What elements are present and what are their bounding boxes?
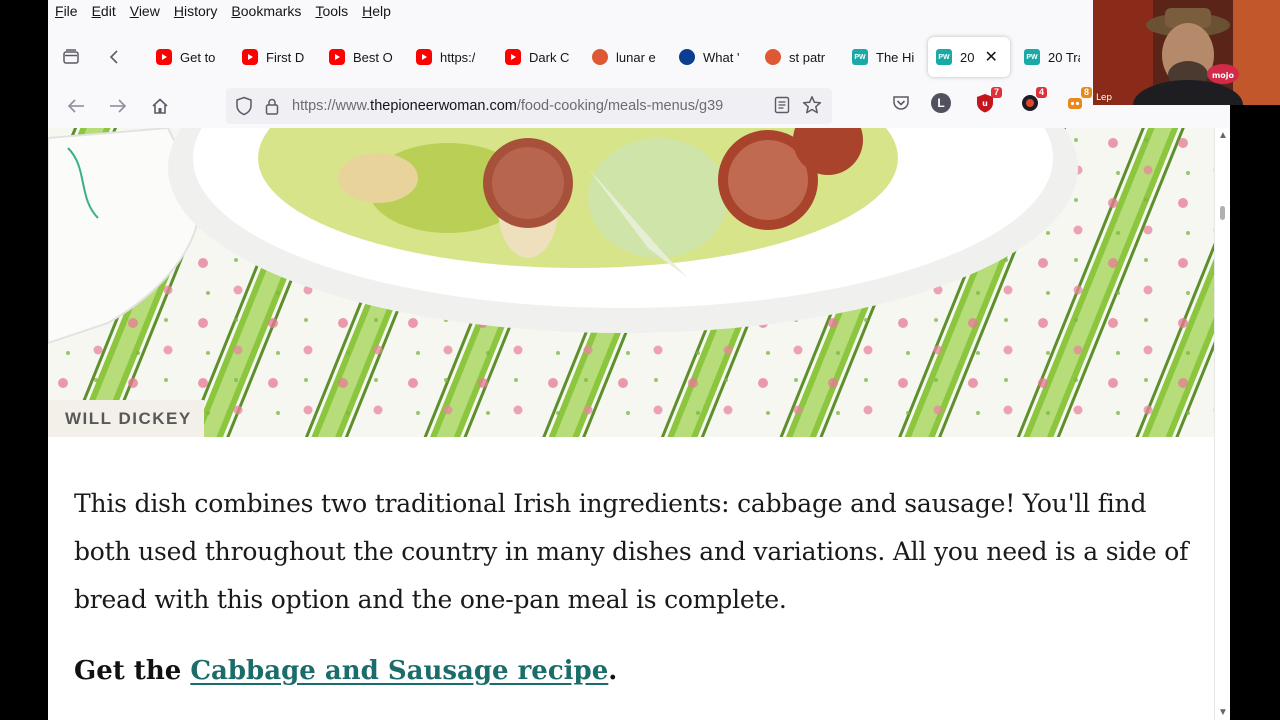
tab-title: Dark C — [529, 49, 570, 65]
webcam-overlay: mojo Lep — [1093, 0, 1280, 105]
extension-orange-badge: 8 — [1080, 87, 1092, 98]
recipe-link[interactable]: Cabbage and Sausage recipe — [190, 656, 608, 686]
tab[interactable]: PW 20 Tra — [1016, 37, 1088, 77]
pioneer-woman-icon: PW — [936, 49, 952, 65]
tab-title: Best O — [353, 49, 393, 65]
tab-title: https:/ — [440, 49, 476, 65]
menu-bookmarks[interactable]: Bookmarks — [231, 3, 301, 19]
scroll-tabs-left-button[interactable] — [100, 42, 130, 72]
chevron-left-icon — [109, 50, 118, 64]
tab[interactable]: https:/ — [408, 37, 497, 77]
tab-title: 20 — [960, 49, 975, 65]
menu-file[interactable]: File — [55, 3, 78, 19]
nasa-icon — [679, 49, 695, 65]
page-content: WILL DICKEY This dish combines two tradi… — [48, 128, 1214, 720]
tab-title: 20 Tra — [1048, 49, 1080, 65]
tab-title: st patr — [789, 49, 826, 65]
youtube-icon — [329, 49, 345, 65]
tab[interactable]: First D — [234, 37, 321, 77]
url-text[interactable]: https://www.thepioneerwoman.com/food-coo… — [292, 98, 762, 114]
cabbage-sausage-photo — [48, 128, 1214, 437]
address-bar[interactable]: https://www.thepioneerwoman.com/food-coo… — [226, 88, 832, 124]
article-paragraph: This dish combines two traditional Irish… — [74, 489, 1189, 614]
ublock-badge: 7 — [990, 87, 1002, 98]
vertical-scrollbar[interactable]: ▲ ▼ — [1214, 128, 1230, 720]
youtube-icon — [156, 49, 172, 65]
menu-edit[interactable]: Edit — [92, 3, 116, 19]
menu-bar: File Edit View History Bookmarks Tools H… — [48, 0, 1230, 22]
account-button[interactable]: L — [930, 92, 952, 114]
recipe-cta: Get the Cabbage and Sausage recipe. — [74, 656, 618, 686]
menu-tools[interactable]: Tools — [315, 3, 348, 19]
tab-title: The Hi — [876, 49, 915, 65]
pocket-button[interactable] — [890, 92, 912, 114]
account-icon: L — [931, 93, 951, 113]
navigation-toolbar: https://www.thepioneerwoman.com/food-coo… — [48, 84, 1230, 128]
tab[interactable]: Get to — [148, 37, 234, 77]
browser-window: File Edit View History Bookmarks Tools H… — [48, 0, 1230, 720]
back-button[interactable] — [60, 90, 92, 122]
firefox-view-icon — [63, 49, 79, 64]
tab-title: First D — [266, 49, 305, 65]
photo-credit: WILL DICKEY — [48, 400, 204, 437]
scroll-down-arrow-icon[interactable]: ▼ — [1218, 707, 1228, 718]
tab[interactable]: lunar e — [584, 37, 671, 77]
duckduckgo-icon — [592, 49, 608, 65]
tab[interactable]: Best O — [321, 37, 408, 77]
bookmark-star-icon[interactable] — [802, 95, 822, 119]
svg-text:mojo: mojo — [1212, 71, 1235, 80]
scroll-up-arrow-icon[interactable]: ▲ — [1218, 130, 1228, 141]
menu-help[interactable]: Help — [362, 3, 391, 19]
arrow-left-icon — [67, 99, 84, 113]
home-icon — [152, 98, 168, 114]
duckduckgo-icon — [765, 49, 781, 65]
tab-title: Get to — [180, 49, 216, 65]
svg-text:u: u — [982, 99, 988, 108]
menu-history[interactable]: History — [174, 3, 218, 19]
close-tab-icon[interactable]: ✕ — [984, 47, 997, 67]
firefox-view-button[interactable] — [56, 42, 86, 72]
tab[interactable]: Dark C — [497, 37, 584, 77]
recipe-photo: WILL DICKEY — [48, 128, 1214, 437]
scrollbar-thumb[interactable] — [1220, 206, 1225, 220]
extension-red-button[interactable]: 4 — [1019, 87, 1047, 114]
youtube-icon — [505, 49, 521, 65]
youtube-icon — [242, 49, 258, 65]
tab[interactable]: What ' — [671, 37, 757, 77]
youtube-icon — [416, 49, 432, 65]
extension-red-badge: 4 — [1035, 87, 1047, 98]
pioneer-woman-icon: PW — [852, 49, 868, 65]
tab-title: lunar e — [616, 49, 656, 65]
webcam-feed: mojo — [1093, 0, 1280, 105]
pocket-icon — [893, 96, 909, 110]
tracking-protection-shield-icon[interactable] — [234, 96, 254, 116]
home-button[interactable] — [144, 90, 176, 122]
tab[interactable]: PW The Hi — [844, 37, 928, 77]
arrow-right-icon — [110, 99, 127, 113]
lock-icon[interactable] — [264, 96, 280, 116]
tab-title: What ' — [703, 49, 740, 65]
pioneer-woman-icon: PW — [1024, 49, 1040, 65]
forward-button[interactable] — [102, 90, 134, 122]
extension-orange-button[interactable]: 8 — [1064, 87, 1092, 114]
webcam-label: Lep — [1096, 93, 1113, 103]
tab-active[interactable]: PW 20 ✕ — [928, 37, 1010, 77]
menu-view[interactable]: View — [130, 3, 160, 19]
ublock-button[interactable]: u 7 — [974, 87, 1002, 114]
reader-view-icon[interactable] — [774, 96, 790, 119]
tab[interactable]: st patr — [757, 37, 844, 77]
tab-strip: Get to First D Best O https:/ Dark C lunar e W… — [48, 33, 1230, 81]
